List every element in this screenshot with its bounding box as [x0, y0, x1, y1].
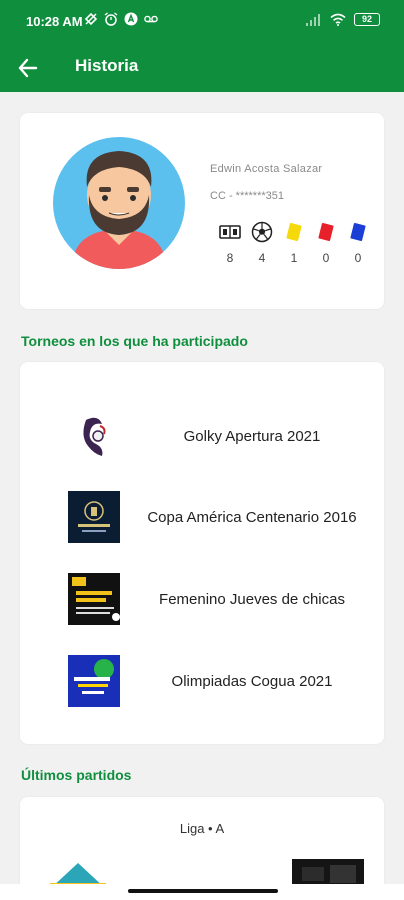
wifi-icon: [330, 13, 346, 26]
player-avatar: [53, 137, 185, 269]
stat-value: 8: [226, 251, 234, 265]
stat-red-cards: 0: [310, 221, 342, 265]
status-bar: 10:28 AM 92: [0, 0, 404, 44]
tournaments-card: Golky Apertura 2021 Copa América Centena…: [20, 362, 384, 744]
tournament-name: Olimpiadas Cogua 2021: [171, 673, 333, 690]
tournament-item[interactable]: Copa América Centenario 2016: [20, 491, 384, 545]
battery-icon: 92: [354, 13, 380, 26]
blue-card-icon: [350, 222, 366, 242]
data-saver-icon: [84, 12, 98, 26]
tournament-name: Copa América Centenario 2016: [147, 509, 357, 526]
red-card-icon: [318, 222, 334, 242]
app-bar: Historia: [0, 44, 404, 92]
matches-section-title: Últimos partidos: [21, 767, 132, 783]
stat-blue-cards: 0: [342, 221, 374, 265]
navigation-gesture-bar: [0, 884, 404, 900]
alarm-icon: [104, 12, 118, 26]
stat-value: 4: [258, 251, 266, 265]
stat-matches: 8: [214, 221, 246, 265]
stat-yellow-cards: 1: [278, 221, 310, 265]
tournament-logo: [68, 573, 120, 625]
stat-value: 0: [354, 251, 362, 265]
match-league: Liga • A: [179, 821, 225, 836]
tournament-item[interactable]: Olimpiadas Cogua 2021: [20, 655, 384, 709]
tournament-logo: [83, 417, 106, 456]
player-profile-card: Edwin Acosta Salazar CC - *******351 8 4: [20, 113, 384, 309]
tournament-name: Femenino Jueves de chicas: [159, 591, 345, 608]
page-title: Historia: [75, 56, 139, 75]
tournament-logo: [68, 655, 120, 707]
player-document: CC - *******351: [210, 190, 284, 202]
status-notification-icons: [84, 12, 158, 26]
scoreboard-icon: [219, 225, 241, 239]
status-system-icons: 92: [306, 13, 380, 26]
stat-goals: 4: [246, 221, 278, 265]
player-stats: 8 4 1 0 0: [214, 221, 374, 265]
arrow-left-icon[interactable]: [14, 54, 42, 82]
cell-signal-icon: [306, 13, 320, 26]
yellow-card-icon: [286, 222, 302, 242]
voicemail-icon: [144, 15, 158, 23]
stat-value: 1: [290, 251, 298, 265]
stat-value: 0: [322, 251, 330, 265]
soccer-ball-icon: [251, 221, 273, 243]
tournament-item[interactable]: Femenino Jueves de chicas: [20, 573, 384, 627]
player-name: Edwin Acosta Salazar: [210, 163, 323, 175]
tournament-item[interactable]: Golky Apertura 2021: [20, 410, 384, 464]
tournaments-section-title: Torneos en los que ha participado: [21, 333, 248, 349]
status-time: 10:28 AM: [26, 14, 83, 29]
tournament-logo: [68, 491, 120, 543]
app-notification-icon: [124, 12, 138, 26]
tournament-name: Golky Apertura 2021: [183, 428, 321, 445]
home-gesture-handle[interactable]: [128, 889, 278, 893]
